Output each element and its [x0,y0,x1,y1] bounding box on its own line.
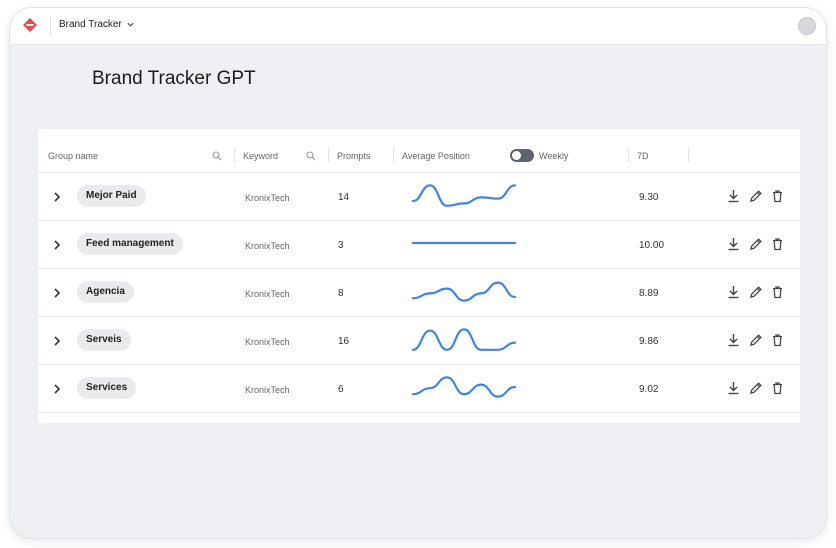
chevron-right-icon[interactable] [52,335,62,347]
groups-table: Group name Keyword Prompts Average Posit… [38,129,800,423]
download-icon[interactable] [727,333,740,347]
search-icon[interactable] [306,151,316,161]
chevron-right-icon[interactable] [52,383,62,395]
chevron-down-icon [127,22,134,27]
chevron-right-icon[interactable] [52,287,62,299]
sparkline-path [411,184,517,207]
group-name-chip[interactable]: Mejor Paid [77,185,146,207]
average-position-sparkline [411,328,517,351]
brand-logo-icon[interactable] [22,17,38,33]
prompts-cell: 14 [338,192,350,203]
column-header-average-position: Average Position [402,151,470,161]
topbar-divider [50,16,51,36]
period-value-cell: 10.00 [639,240,665,251]
delete-icon[interactable] [771,381,784,395]
table-header: Group name Keyword Prompts Average Posit… [38,129,800,173]
column-divider [628,148,629,162]
download-icon[interactable] [727,237,740,251]
keyword-cell: KronixTech [245,337,290,347]
delete-icon[interactable] [771,333,784,347]
keyword-cell: KronixTech [245,193,290,203]
prompts-cell: 6 [338,384,344,395]
download-icon[interactable] [727,381,740,395]
weekly-toggle-label: Weekly [539,151,569,161]
download-icon[interactable] [727,189,740,203]
prompts-cell: 3 [338,240,344,251]
keyword-cell: KronixTech [245,289,290,299]
column-divider [688,148,689,162]
edit-icon[interactable] [749,237,762,251]
average-position-sparkline [411,241,517,245]
group-name-chip[interactable]: Serveis [77,329,131,351]
sparkline-path [411,281,517,302]
edit-icon[interactable] [749,285,762,299]
weekly-toggle[interactable] [510,149,534,162]
sparkline-path [411,376,517,398]
average-position-sparkline [411,184,517,207]
table-row[interactable]: Services KronixTech 6 9.02 [38,365,800,413]
table-row[interactable]: Feed management KronixTech 3 10.00 [38,221,800,269]
delete-icon[interactable] [771,237,784,251]
delete-icon[interactable] [771,189,784,203]
group-name-chip[interactable]: Services [77,377,137,399]
period-value-cell: 8.89 [639,288,659,299]
keyword-cell: KronixTech [245,241,290,251]
table-row[interactable]: Mejor Paid KronixTech 14 9.30 [38,173,800,221]
edit-icon[interactable] [749,333,762,347]
app-name: Brand Tracker [59,19,122,30]
column-divider [234,148,235,162]
column-header-period: 7D [637,151,649,161]
column-divider [393,148,394,162]
delete-icon[interactable] [771,285,784,299]
download-icon[interactable] [727,285,740,299]
chevron-right-icon[interactable] [52,191,62,203]
table-row[interactable]: Serveis KronixTech 16 9.86 [38,317,800,365]
column-header-keyword: Keyword [243,151,279,161]
search-icon[interactable] [212,151,222,161]
group-name-chip[interactable]: Agencia [77,281,134,303]
edit-icon[interactable] [749,189,762,203]
top-bar: Brand Tracker [10,8,826,45]
average-position-sparkline [411,281,517,302]
period-value-cell: 9.30 [639,192,659,203]
chevron-right-icon[interactable] [52,239,62,251]
period-value-cell: 9.02 [639,384,659,395]
page-title: Brand Tracker GPT [92,68,256,89]
prompts-cell: 16 [338,336,350,347]
column-header-prompts: Prompts [337,151,371,161]
prompts-cell: 8 [338,288,344,299]
app-window: Brand Tracker Brand Tracker GPT Group na… [10,8,826,538]
edit-icon[interactable] [749,381,762,395]
user-avatar[interactable] [798,17,816,35]
column-header-group: Group name [48,151,99,161]
table-row[interactable]: Agencia KronixTech 8 8.89 [38,269,800,317]
sparkline-path [411,328,517,351]
column-divider [328,148,329,162]
group-name-chip[interactable]: Feed management [77,233,183,255]
app-switcher[interactable]: Brand Tracker [59,19,135,30]
period-value-cell: 9.86 [639,336,659,347]
average-position-sparkline [411,376,517,398]
keyword-cell: KronixTech [245,385,290,395]
